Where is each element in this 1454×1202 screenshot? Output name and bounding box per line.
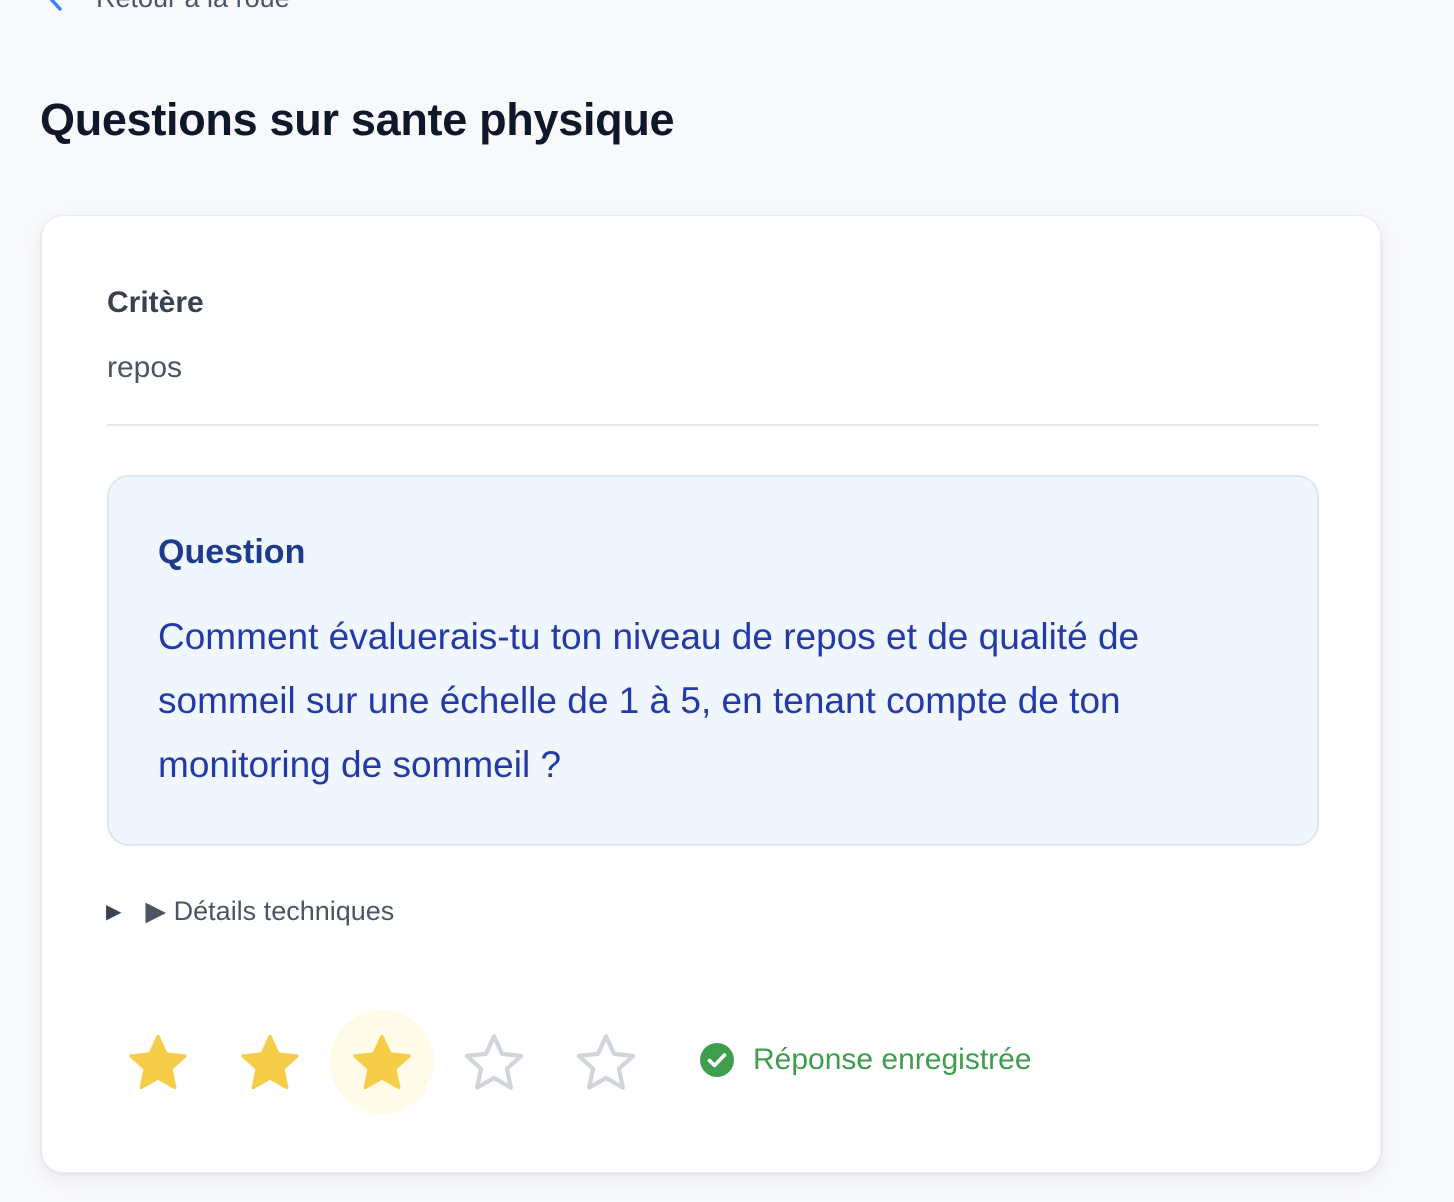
question-text: Comment évaluerais-tu ton niveau de repo… bbox=[158, 616, 1140, 785]
check-circle-icon bbox=[700, 1043, 734, 1077]
star-filled-icon bbox=[241, 1034, 299, 1090]
star-4-button[interactable] bbox=[442, 1010, 546, 1114]
back-link-label: Retour à la roue bbox=[96, 0, 290, 14]
star-filled-icon bbox=[353, 1034, 411, 1090]
page-title: Questions sur sante physique bbox=[40, 94, 675, 145]
technical-details-toggle[interactable]: ▶ ▶ Détails techniques bbox=[106, 896, 394, 927]
question-box: Question Comment évaluerais-tu ton nivea… bbox=[107, 475, 1319, 846]
question-card: Critère repos Question Comment évaluerai… bbox=[41, 215, 1381, 1173]
criterion-label: Critère bbox=[107, 286, 204, 319]
star-1-button[interactable] bbox=[106, 1010, 210, 1114]
technical-details-label: ▶ Détails techniques bbox=[145, 896, 395, 926]
back-link[interactable]: Retour à la roue bbox=[40, 0, 290, 18]
star-2-button[interactable] bbox=[218, 1010, 322, 1114]
star-outline-icon bbox=[464, 1034, 524, 1090]
save-status: Réponse enregistrée bbox=[699, 1042, 1032, 1078]
divider bbox=[107, 424, 1319, 426]
star-outline-icon bbox=[576, 1034, 636, 1090]
star-3-button[interactable] bbox=[330, 1010, 434, 1114]
star-filled-icon bbox=[129, 1034, 187, 1090]
chevron-left-icon bbox=[40, 0, 70, 13]
save-status-text: Réponse enregistrée bbox=[753, 1043, 1032, 1076]
star-5-button[interactable] bbox=[554, 1010, 658, 1114]
question-label: Question bbox=[158, 533, 306, 571]
star-rating bbox=[106, 1010, 666, 1114]
criterion-value: repos bbox=[107, 351, 183, 384]
disclosure-triangle-icon: ▶ bbox=[106, 901, 122, 923]
